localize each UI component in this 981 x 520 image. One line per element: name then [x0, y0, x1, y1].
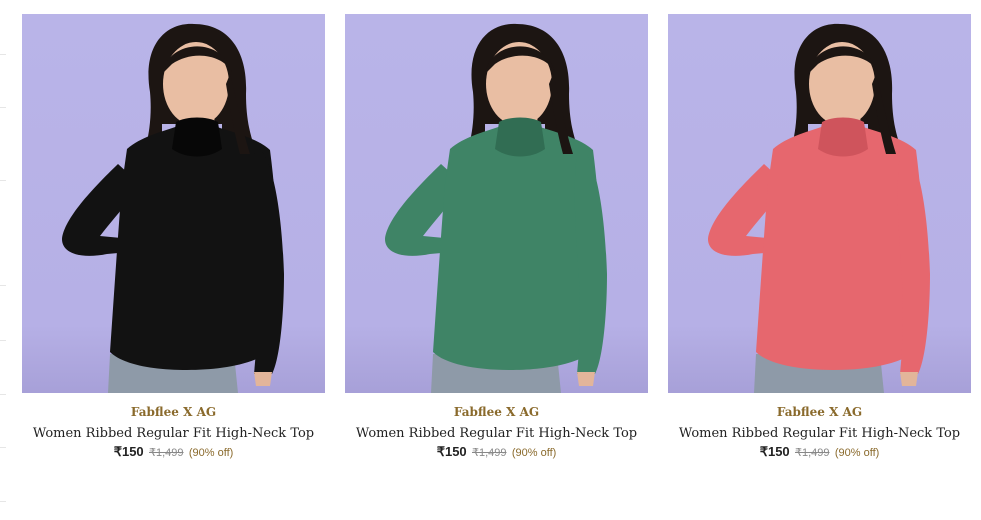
discount-badge: (90% off) — [834, 447, 880, 459]
right-hand-shape — [900, 372, 918, 386]
sale-price: ₹150 — [759, 444, 790, 459]
sale-price: ₹150 — [113, 444, 144, 459]
discount-badge: (90% off) — [188, 447, 234, 459]
right-hand-shape — [254, 372, 272, 386]
product-card[interactable]: Fabflee X AG Women Ribbed Regular Fit Hi… — [345, 14, 648, 461]
model-wearing-top-figure — [62, 23, 284, 393]
high-neck-collar-shape — [172, 117, 222, 157]
product-image[interactable] — [345, 14, 648, 393]
product-listing-page: Fabflee X AG Women Ribbed Regular Fit Hi… — [0, 0, 981, 520]
price-row: ₹150 ₹1,499 (90% off) — [114, 444, 234, 461]
right-sleeve-shape — [574, 149, 607, 374]
original-price: ₹1,499 — [795, 447, 830, 459]
product-card[interactable]: Fabflee X AG Women Ribbed Regular Fit Hi… — [22, 14, 325, 461]
price-row: ₹150 ₹1,499 (90% off) — [437, 444, 557, 461]
original-price: ₹1,499 — [149, 447, 184, 459]
product-title[interactable]: Women Ribbed Regular Fit High-Neck Top — [356, 426, 637, 442]
right-sleeve-shape — [251, 149, 284, 374]
model-wearing-top-figure — [385, 23, 607, 393]
product-brand[interactable]: Fabflee X AG — [454, 405, 539, 419]
high-neck-collar-shape — [818, 117, 868, 157]
left-edge-separators — [0, 0, 6, 520]
discount-badge: (90% off) — [511, 447, 557, 459]
price-row: ₹150 ₹1,499 (90% off) — [760, 444, 880, 461]
product-image[interactable] — [22, 14, 325, 393]
original-price: ₹1,499 — [472, 447, 507, 459]
right-hand-shape — [577, 372, 595, 386]
product-image[interactable] — [668, 14, 971, 393]
product-brand[interactable]: Fabflee X AG — [777, 405, 862, 419]
product-title[interactable]: Women Ribbed Regular Fit High-Neck Top — [33, 426, 314, 442]
product-grid: Fabflee X AG Women Ribbed Regular Fit Hi… — [22, 14, 971, 461]
high-neck-collar-shape — [495, 117, 545, 157]
right-sleeve-shape — [897, 149, 930, 374]
product-title[interactable]: Women Ribbed Regular Fit High-Neck Top — [679, 426, 960, 442]
model-wearing-top-figure — [708, 23, 930, 393]
sale-price: ₹150 — [436, 444, 467, 459]
product-card[interactable]: Fabflee X AG Women Ribbed Regular Fit Hi… — [668, 14, 971, 461]
product-brand[interactable]: Fabflee X AG — [131, 405, 216, 419]
